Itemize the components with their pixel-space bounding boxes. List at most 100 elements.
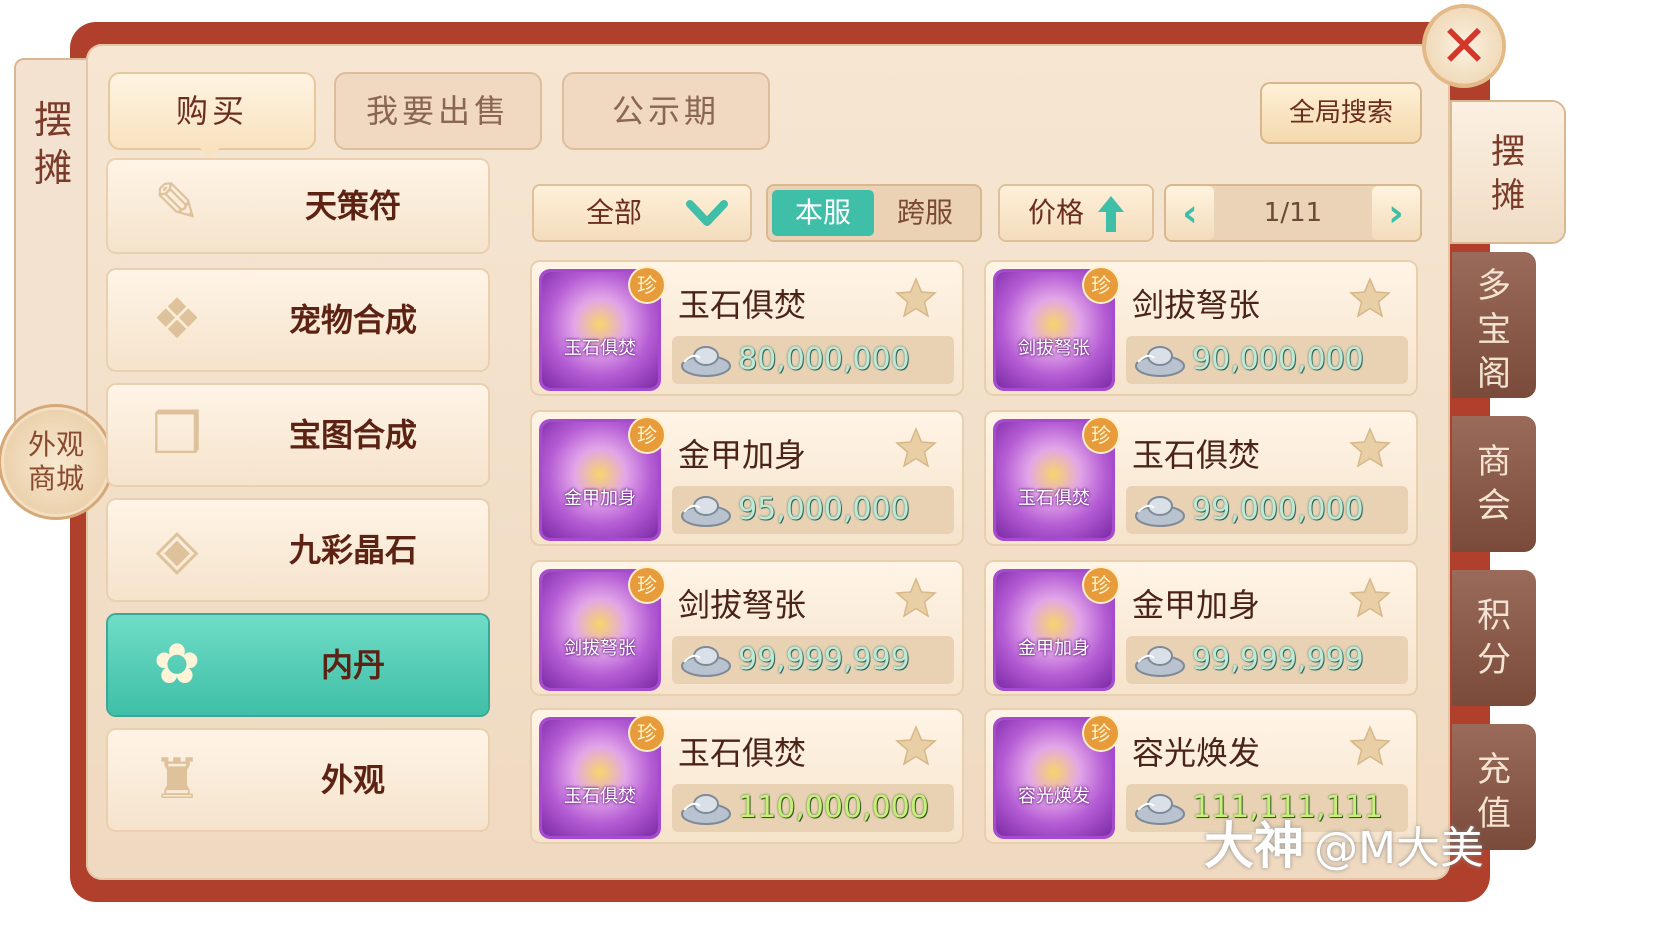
item-name: 玉石俱焚 <box>678 734 807 772</box>
rare-badge: 珍 <box>630 568 664 602</box>
favorite-star-icon[interactable] <box>894 724 938 768</box>
pet-core-item-icon: 珍玉石俱焚 <box>996 418 1118 538</box>
item-name: 容光焕发 <box>1132 734 1261 772</box>
tab-buy[interactable]: 购买 <box>110 74 314 148</box>
category-label: 内丹 <box>320 646 385 684</box>
favorite-star-icon[interactable] <box>894 426 938 470</box>
item-name: 金甲加身 <box>1132 586 1261 624</box>
category-label: 九彩晶石 <box>288 531 417 569</box>
chevron-right-icon: › <box>1388 191 1404 235</box>
pet-core-item-icon: 珍剑拔弩张 <box>996 268 1118 388</box>
side-tab-stall[interactable]: 摆摊 <box>1452 102 1564 242</box>
item-icon-label: 容光焕发 <box>1018 786 1090 807</box>
item-name: 金甲加身 <box>678 436 807 474</box>
close-icon: ✕ <box>1439 12 1489 80</box>
price-box: 90,000,000 <box>1126 336 1408 384</box>
pagination: ‹ 1/11 › <box>1166 186 1420 240</box>
watermark-handle: @M大美 <box>1314 823 1484 874</box>
category-outfit[interactable]: ♜ 外观 <box>108 730 488 830</box>
side-tab-duobaoge[interactable]: 多宝阁 <box>1452 252 1536 398</box>
item-card[interactable]: 珍剑拔弩张 剑拔弩张 99,999,999 <box>532 562 962 694</box>
category-map-synthesis[interactable]: ❒ 宝图合成 <box>108 385 488 485</box>
price-sort-button[interactable]: 价格 <box>1000 186 1152 240</box>
category-label: 宠物合成 <box>288 301 417 339</box>
category-tiancefu[interactable]: ✎ 天策符 <box>108 160 488 252</box>
item-card[interactable]: 珍金甲加身 金甲加身 99,999,999 <box>986 562 1416 694</box>
item-price: 110,000,000 <box>738 790 929 825</box>
arrow-up-icon <box>1098 196 1124 232</box>
price-sort-label: 价格 <box>1028 196 1085 229</box>
scroll-icon: ❖ <box>151 287 203 352</box>
item-icon-label: 玉石俱焚 <box>564 786 636 807</box>
favorite-star-icon[interactable] <box>894 576 938 620</box>
global-search-button[interactable]: 全局搜索 <box>1262 84 1420 142</box>
item-name: 剑拔弩张 <box>1132 286 1261 324</box>
tab-sell[interactable]: 我要出售 <box>336 74 540 148</box>
side-tab-points[interactable]: 积分 <box>1452 570 1536 706</box>
favorite-star-icon[interactable] <box>1348 276 1392 320</box>
silver-ingot-icon <box>1135 496 1185 527</box>
item-card[interactable]: 珍剑拔弩张 剑拔弩张 90,000,000 <box>986 262 1416 394</box>
left-stall-label: 摆摊 <box>33 98 72 190</box>
item-icon-label: 剑拔弩张 <box>1018 338 1090 359</box>
tab-sell-label: 我要出售 <box>365 92 510 130</box>
pet-core-item-icon: 珍剑拔弩张 <box>542 568 664 688</box>
chevron-left-icon: ‹ <box>1182 191 1198 235</box>
favorite-star-icon[interactable] <box>1348 426 1392 470</box>
rare-badge: 珍 <box>630 268 664 302</box>
outfit-mall-button[interactable]: 外观商城 <box>4 410 108 514</box>
item-name: 玉石俱焚 <box>1132 436 1261 474</box>
global-search-label: 全局搜索 <box>1288 98 1393 128</box>
side-tab-label: 多宝阁 <box>1477 266 1511 394</box>
item-card[interactable]: 珍玉石俱焚 玉石俱焚 80,000,000 <box>532 262 962 394</box>
category-label: 宝图合成 <box>288 416 417 454</box>
rare-badge: 珍 <box>1084 716 1118 750</box>
server-toggle: 本服 跨服 <box>768 186 980 240</box>
server-local-option[interactable]: 本服 <box>772 190 874 236</box>
side-tab-label: 积分 <box>1477 596 1511 680</box>
pet-core-item-icon: 珍玉石俱焚 <box>542 268 664 388</box>
tab-pointer <box>198 146 222 158</box>
category-pet-synthesis[interactable]: ❖ 宠物合成 <box>108 270 488 370</box>
silver-ingot-icon <box>681 496 731 527</box>
pet-core-item-icon: 珍容光焕发 <box>996 716 1118 836</box>
category-crystal[interactable]: ◈ 九彩晶石 <box>108 500 488 600</box>
item-card[interactable]: 珍玉石俱焚 玉石俱焚 99,000,000 <box>986 412 1416 544</box>
item-icon-label: 剑拔弩张 <box>564 638 636 659</box>
chevron-down-icon <box>686 200 728 226</box>
rare-badge: 珍 <box>1084 268 1118 302</box>
item-card[interactable]: 珍玉石俱焚 玉石俱焚 110,000,000 <box>532 710 962 842</box>
outfit-mall-label: 外观商城 <box>27 428 84 495</box>
silver-ingot-icon <box>1135 346 1185 377</box>
favorite-star-icon[interactable] <box>1348 724 1392 768</box>
item-icon-label: 玉石俱焚 <box>564 338 636 359</box>
rare-badge: 珍 <box>1084 568 1118 602</box>
rare-badge: 珍 <box>1084 418 1118 452</box>
tab-public-label: 公示期 <box>611 92 720 130</box>
side-tab-guild[interactable]: 商会 <box>1452 416 1536 552</box>
prev-page-button[interactable]: ‹ <box>1166 186 1214 240</box>
item-card[interactable]: 珍金甲加身 金甲加身 95,000,000 <box>532 412 962 544</box>
server-cross-option[interactable]: 跨服 <box>874 190 976 236</box>
silver-ingot-icon <box>681 646 731 677</box>
silver-ingot-icon <box>1135 794 1185 825</box>
item-name: 玉石俱焚 <box>678 286 807 324</box>
next-page-button[interactable]: › <box>1372 186 1420 240</box>
item-price: 80,000,000 <box>738 342 910 377</box>
price-box: 80,000,000 <box>672 336 954 384</box>
item-price: 95,000,000 <box>738 492 910 527</box>
price-box: 99,999,999 <box>1126 636 1408 684</box>
rare-badge: 珍 <box>630 716 664 750</box>
side-tab-label: 商会 <box>1477 442 1511 526</box>
close-button[interactable]: ✕ <box>1426 8 1502 84</box>
dropdown-value: 全部 <box>586 196 643 229</box>
robe-icon: ♜ <box>151 747 203 812</box>
favorite-star-icon[interactable] <box>1348 576 1392 620</box>
pet-core-item-icon: 珍金甲加身 <box>996 568 1118 688</box>
tab-public[interactable]: 公示期 <box>564 74 768 148</box>
silver-ingot-icon <box>681 346 731 377</box>
category-pet-core[interactable]: ✿ 内丹 <box>108 615 488 715</box>
favorite-star-icon[interactable] <box>894 276 938 320</box>
type-dropdown[interactable]: 全部 <box>534 186 750 240</box>
item-name: 剑拔弩张 <box>678 586 807 624</box>
